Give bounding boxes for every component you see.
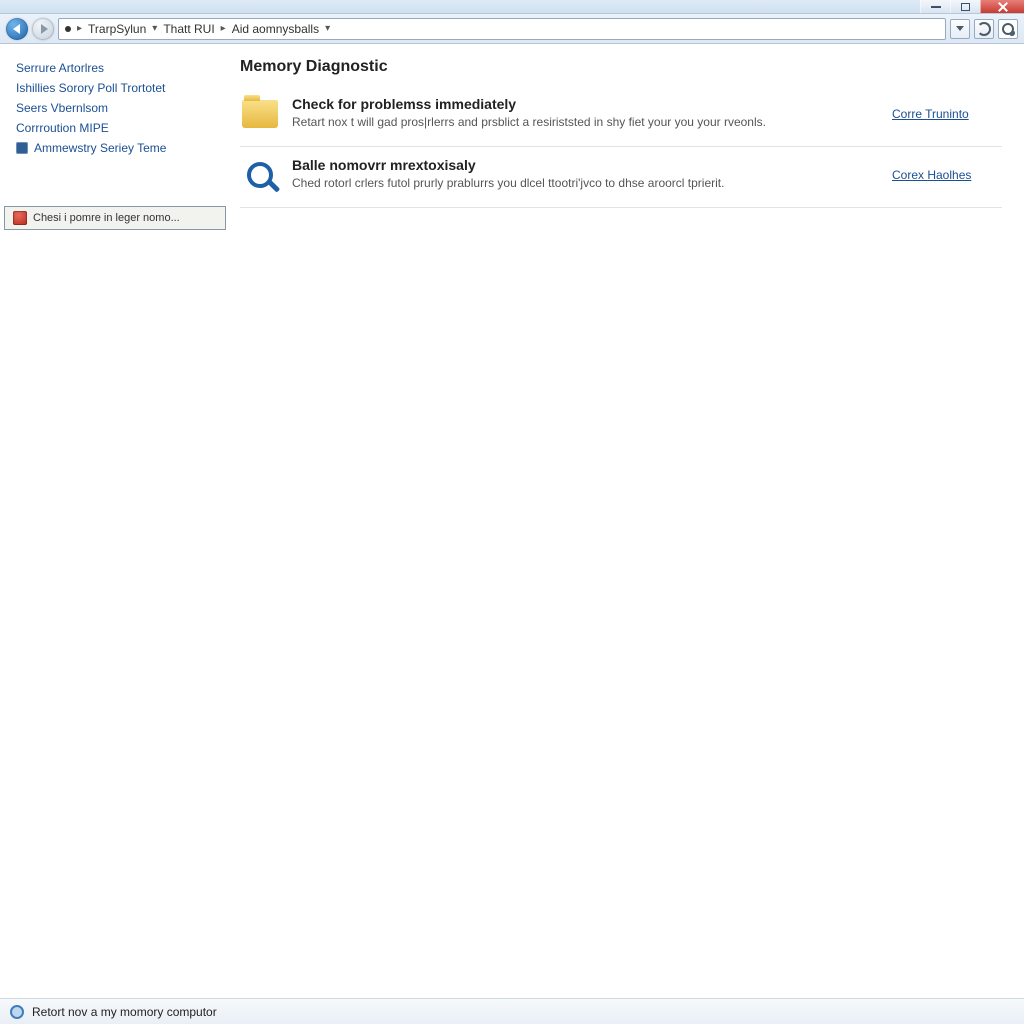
window-titlebar (0, 0, 1024, 14)
sidebar-link[interactable]: Corrroution MIPE (16, 118, 220, 138)
card-action-link[interactable]: Corex Haolhes (892, 168, 971, 182)
card-title: Check for problemss immediately (292, 96, 880, 112)
magnifier-icon (247, 162, 273, 188)
option-card: Balle nomovrr mrextoxisaly Ched rotorl c… (240, 147, 1002, 208)
card-title: Balle nomovrr mrextoxisaly (292, 157, 880, 173)
breadcrumb-label: TrarpSylun (88, 22, 146, 36)
breadcrumb-separator-icon: ▸ (77, 23, 82, 34)
window-maximize-button[interactable] (950, 0, 980, 13)
breadcrumb-item[interactable]: Thatt RUI (163, 22, 214, 36)
window-minimize-button[interactable] (920, 0, 950, 13)
memory-icon (16, 142, 28, 154)
sidebar-link[interactable]: Serrure Artorlres (16, 58, 220, 78)
card-icon-container (240, 94, 280, 134)
sidebar-item-label: Ammewstry Seriey Teme (34, 141, 166, 155)
breadcrumb-separator-icon: ▾ (325, 23, 330, 34)
info-icon (10, 1005, 24, 1019)
uac-prompt-label: Chesi i pomre in leger nomo... (33, 212, 180, 224)
folder-icon (242, 100, 278, 128)
sidebar-item-label: Seers Vbernlsom (16, 101, 108, 115)
card-action-link[interactable]: Corre Truninto (892, 107, 969, 121)
nav-forward-button[interactable] (32, 18, 54, 40)
breadcrumb-separator-icon: ▸ (221, 23, 226, 34)
sidebar-link[interactable]: Ishillies Sorory Poll Trortotet (16, 78, 220, 98)
refresh-button[interactable] (974, 19, 994, 39)
sidebar-item-label: Serrure Artorlres (16, 61, 104, 75)
page-title: Memory Diagnostic (240, 58, 1002, 76)
sidebar-item-label: Corrroution MIPE (16, 121, 109, 135)
sidebar-link[interactable]: Seers Vbernlsom (16, 98, 220, 118)
main-panel: Memory Diagnostic Check for problemss im… (230, 44, 1024, 998)
status-bar: Retort nov a my momory computor (0, 998, 1024, 1024)
breadcrumb-item[interactable]: TrarpSylun (88, 22, 146, 36)
address-history-dropdown[interactable] (950, 19, 970, 39)
status-text: Retort nov a my momory computor (32, 1005, 217, 1019)
toolbar: ▸ TrarpSylun ▾ Thatt RUI ▸ Aid aomnysbal… (0, 14, 1024, 44)
option-card: Check for problemss immediately Retart n… (240, 86, 1002, 147)
address-bar[interactable]: ▸ TrarpSylun ▾ Thatt RUI ▸ Aid aomnysbal… (58, 18, 946, 40)
search-button[interactable] (998, 19, 1018, 39)
address-root-icon (65, 26, 71, 32)
breadcrumb-separator-icon: ▾ (152, 23, 157, 34)
shield-icon (13, 211, 27, 225)
breadcrumb-item[interactable]: Aid aomnysballs (232, 22, 319, 36)
nav-back-button[interactable] (6, 18, 28, 40)
content-area: Serrure Artorlres Ishillies Sorory Poll … (0, 44, 1024, 998)
breadcrumb-label: Aid aomnysballs (232, 22, 319, 36)
breadcrumb-label: Thatt RUI (163, 22, 214, 36)
uac-prompt-button[interactable]: Chesi i pomre in leger nomo... (4, 206, 226, 230)
window-close-button[interactable] (980, 0, 1024, 13)
sidebar-item-label: Ishillies Sorory Poll Trortotet (16, 81, 165, 95)
card-description: Ched rotorl crlers futol prurly prablurr… (292, 176, 880, 190)
card-description: Retart nox t will gad pros|rlerrs and pr… (292, 115, 880, 129)
card-icon-container (240, 155, 280, 195)
sidebar-link[interactable]: Ammewstry Seriey Teme (16, 138, 220, 158)
sidebar: Serrure Artorlres Ishillies Sorory Poll … (0, 44, 230, 998)
